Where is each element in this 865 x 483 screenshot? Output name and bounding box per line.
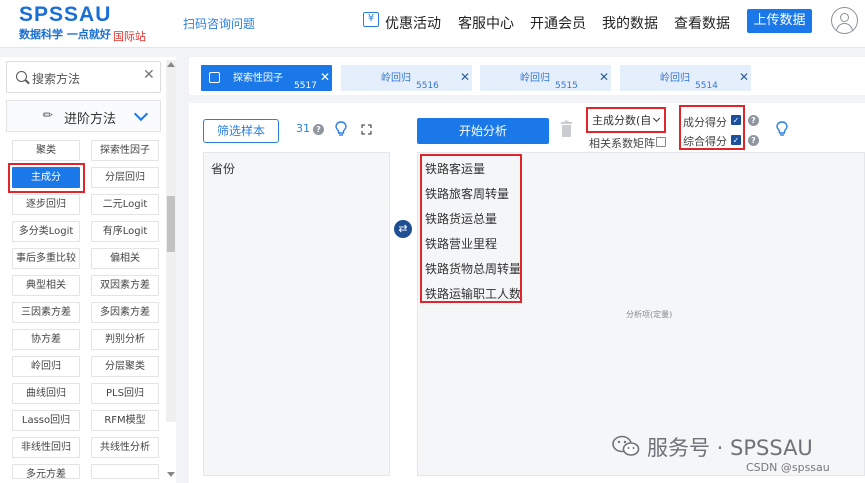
method-item[interactable]: 典型相关 (12, 275, 80, 296)
method-item[interactable]: 探索性因子 (91, 140, 159, 161)
help-icon[interactable]: ? (313, 124, 324, 135)
method-item[interactable]: 曲线回归 (12, 383, 80, 404)
method-item[interactable]: Lasso回归 (12, 410, 80, 431)
top-header: SPSSAU 数据科学 一点就好 国际站 扫码咨询问题 ¥ 优惠活动 客服中心 … (0, 0, 865, 48)
tab-ridge-5514[interactable]: 岭回归 5514 ✕ (620, 65, 751, 91)
watermark-service-account: 服务号 · SPSSAU (647, 436, 813, 460)
swap-icon[interactable]: ⇄ (394, 220, 412, 238)
variable-count: 31 (296, 122, 310, 135)
method-item[interactable]: 多因素方差 (91, 302, 159, 323)
method-item[interactable]: 非线性回归 (12, 437, 80, 458)
tab-ridge-5515[interactable]: 岭回归 5515 ✕ (480, 65, 611, 91)
scan-consult-link[interactable]: 扫码咨询问题 (183, 15, 255, 32)
method-item[interactable]: RFM模型 (91, 410, 159, 431)
correlation-matrix-checkbox[interactable] (656, 137, 666, 147)
highlight-box (420, 154, 522, 303)
search-icon (16, 71, 27, 82)
nav-membership[interactable]: 开通会员 (530, 13, 586, 33)
method-item[interactable]: 分层回归 (91, 167, 159, 188)
close-icon[interactable]: ✕ (460, 70, 470, 84)
variable-item[interactable]: 省份 (211, 160, 235, 177)
help-icon[interactable]: ? (748, 115, 759, 126)
advanced-methods-section[interactable]: ✎ 进阶方法 (6, 100, 161, 132)
correlation-matrix-label: 相关系数矩阵 (589, 137, 655, 150)
nav-promotions[interactable]: 优惠活动 (385, 13, 441, 33)
method-search-input[interactable]: 搜索方法 ✕ (6, 61, 161, 93)
start-analysis-button[interactable]: 开始分析 (417, 118, 549, 144)
expand-icon[interactable] (361, 124, 372, 135)
highlight-box (679, 105, 745, 150)
upload-data-button[interactable]: 上传数据 (747, 9, 812, 33)
highlight-box (8, 163, 85, 193)
logo[interactable]: SPSSAU (19, 3, 111, 27)
method-item[interactable]: 事后多重比较 (12, 248, 80, 269)
help-icon[interactable]: ? (748, 135, 759, 146)
method-item[interactable]: 三因素方差 (12, 302, 80, 323)
close-icon[interactable]: ✕ (739, 70, 749, 84)
chevron-down-icon (133, 106, 149, 122)
highlight-box (586, 107, 666, 133)
sidebar-scroll-thumb[interactable] (167, 196, 175, 252)
analysis-tabs: 探索性因子 5517 ✕ 岭回归 5516 ✕ 岭回归 5515 ✕ 岭回归 5… (189, 57, 865, 95)
lightbulb-icon[interactable] (335, 121, 347, 137)
method-item[interactable]: PLS回归 (91, 383, 159, 404)
method-item[interactable]: 共线性分析 (91, 437, 159, 458)
method-item[interactable]: 有序Logit (91, 221, 159, 242)
method-item[interactable]: 多分类Logit (12, 221, 80, 242)
method-item[interactable]: 岭回归 (12, 356, 80, 377)
method-item[interactable]: 多元方差 (12, 464, 80, 479)
trash-icon[interactable] (560, 120, 573, 138)
method-item[interactable] (91, 464, 159, 479)
method-item[interactable]: 二元Logit (91, 194, 159, 215)
nav-my-data[interactable]: 我的数据 (602, 13, 658, 33)
close-icon[interactable]: ✕ (599, 70, 609, 84)
close-icon[interactable]: ✕ (143, 67, 155, 83)
logo-slogan: 数据科学 一点就好 (19, 28, 111, 41)
coupon-icon: ¥ (363, 12, 379, 27)
method-item[interactable]: 协方差 (12, 329, 80, 350)
pin-icon: ✎ (39, 106, 57, 124)
intl-site-link[interactable]: 国际站 (113, 28, 146, 44)
method-item[interactable]: 偏相关 (91, 248, 159, 269)
tab-exploratory-factor[interactable]: 探索性因子 5517 ✕ (201, 65, 332, 91)
watermark-csdn: CSDN @spssau (746, 461, 830, 474)
lightbulb-icon[interactable] (776, 121, 788, 137)
filter-sample-button[interactable]: 筛选样本 (203, 119, 279, 143)
method-item[interactable]: 逐步回归 (12, 194, 80, 215)
method-item[interactable]: 双因素方差 (91, 275, 159, 296)
method-item[interactable]: 分层聚类 (91, 356, 159, 377)
variable-list[interactable]: 省份 (203, 152, 390, 476)
analysis-items-placeholder: 分析项(定量) (626, 310, 673, 319)
method-item[interactable]: 判别分析 (91, 329, 159, 350)
tab-ridge-5516[interactable]: 岭回归 5516 ✕ (341, 65, 472, 91)
scroll-down-icon[interactable] (167, 472, 175, 477)
edit-icon (209, 72, 220, 83)
nav-service-center[interactable]: 客服中心 (458, 13, 514, 33)
avatar[interactable] (831, 7, 858, 34)
method-item[interactable]: 聚类 (12, 140, 80, 161)
nav-view-data[interactable]: 查看数据 (674, 13, 730, 33)
scroll-up-icon[interactable] (167, 62, 175, 67)
user-icon (840, 13, 849, 22)
wechat-icon (612, 435, 640, 456)
close-icon[interactable]: ✕ (320, 70, 330, 84)
